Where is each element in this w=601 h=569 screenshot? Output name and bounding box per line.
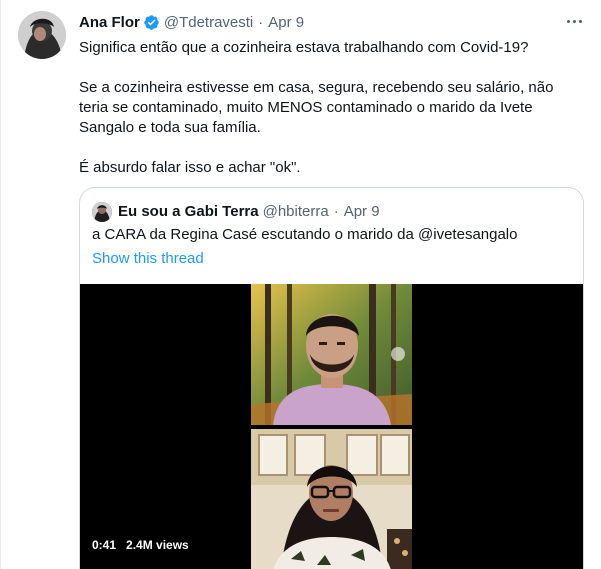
video-views: 2.4M views [126,538,189,552]
quoted-header: Eu sou a Gabi Terra @hbiterra · Apr 9 [118,201,380,221]
quoted-tweet[interactable]: Eu sou a Gabi Terra @hbiterra · Apr 9 a … [79,187,584,569]
quoted-author-avatar[interactable] [92,202,112,222]
tweet-paragraph: Se a cozinheira estivesse em casa, segur… [79,79,554,136]
tweet-paragraph: Significa então que a cozinheira estava … [79,39,529,56]
author-handle[interactable]: @Tdetravesti [164,14,253,31]
verified-badge-icon [144,14,159,30]
video-stats: 0:41 2.4M views [92,534,189,556]
show-thread-link[interactable]: Show this thread [92,249,204,269]
quoted-author-name[interactable]: Eu sou a Gabi Terra [118,203,259,220]
tweet[interactable]: Ana Flor @Tdetravesti · Apr 9 Significa … [0,0,601,569]
tweet-text: Significa então que a cozinheira estava … [79,38,579,178]
quoted-date[interactable]: Apr 9 [344,203,380,220]
video-player[interactable]: 0:41 2.4M views [80,284,583,569]
video-frame-bottom [251,429,412,569]
quoted-text: a CARA da Regina Casé escutando o marido… [92,226,518,243]
author-avatar[interactable] [18,11,66,59]
more-options-icon[interactable] [563,12,585,30]
video-frame-top [251,284,412,425]
tweet-date[interactable]: Apr 9 [268,14,304,31]
video-duration: 0:41 [92,538,117,552]
header-separator: · [258,13,264,31]
quoted-separator: · [333,202,339,220]
author-name[interactable]: Ana Flor [79,14,140,31]
quoted-author-handle[interactable]: @hbiterra [263,203,329,220]
tweet-header: Ana Flor @Tdetravesti · Apr 9 [79,12,304,32]
tweet-paragraph: É absurdo falar isso e achar "ok". [79,159,301,176]
